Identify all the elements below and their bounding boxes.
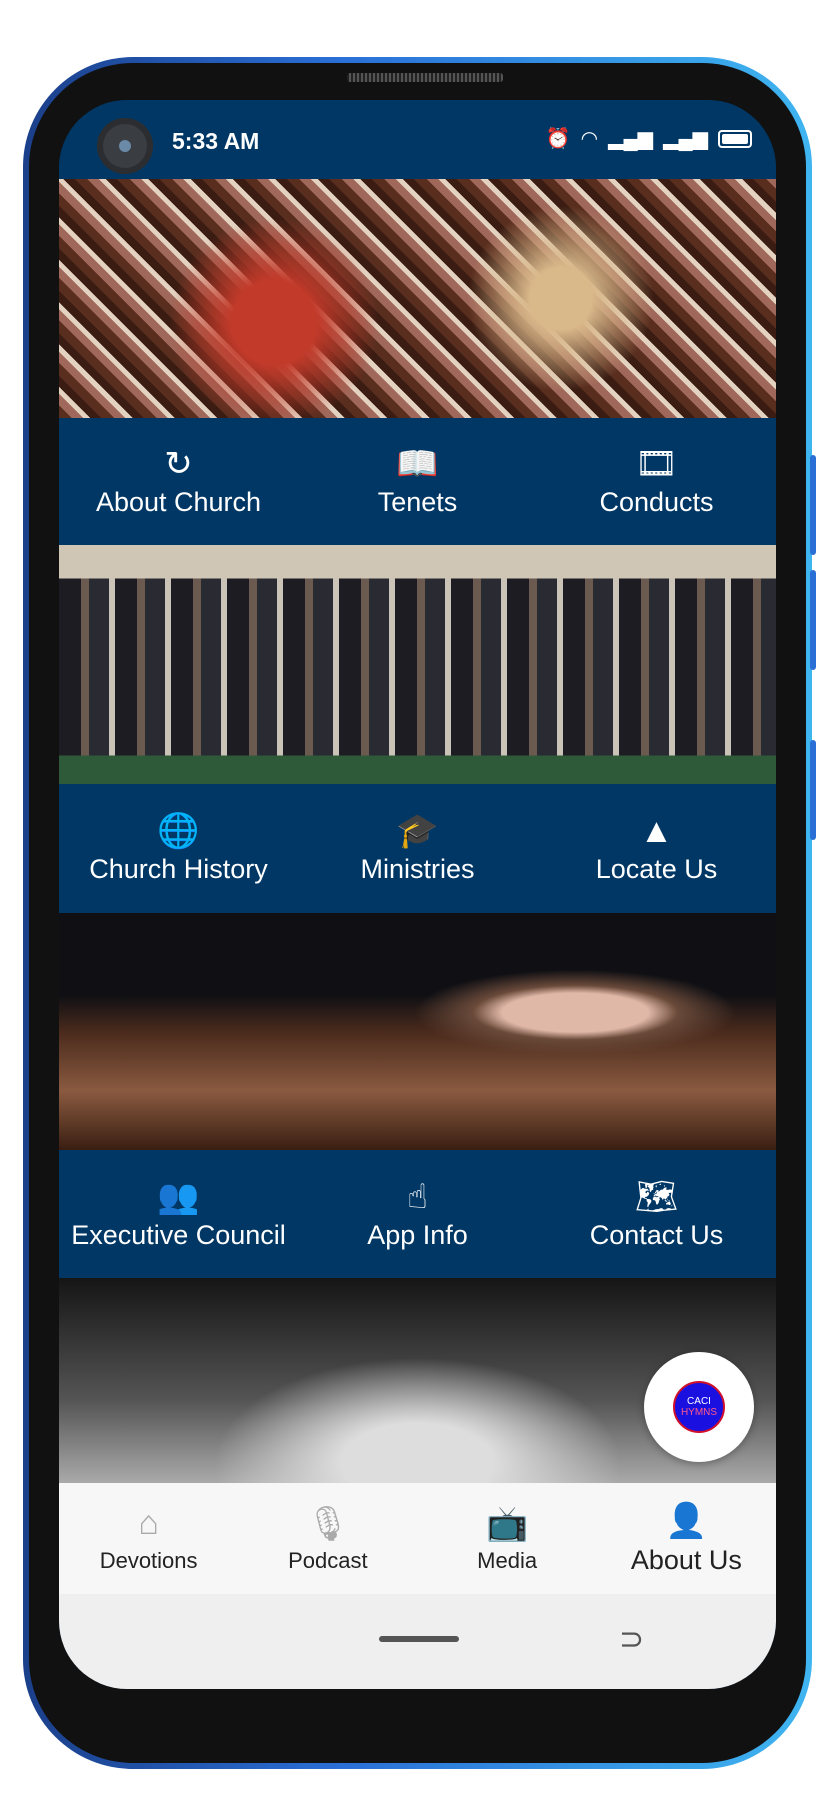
- alarm-icon: ⏰: [545, 128, 571, 150]
- logo-line-2: HYMNS: [680, 1407, 718, 1418]
- menu-item-church-history[interactable]: 🌐 Church History: [59, 784, 298, 913]
- menu-row: 👥 Executive Council ☝ App Info 🗺 Contact Us: [59, 1150, 776, 1278]
- caci-hymns-logo: CACI HYMNS: [673, 1381, 725, 1433]
- menu-item-tenets[interactable]: 📖 Tenets: [298, 418, 537, 545]
- system-navigation-bar: ⊃: [59, 1594, 776, 1689]
- history-icon: ↻: [164, 445, 193, 483]
- tv-play-icon: 📺: [485, 1504, 529, 1543]
- nav-podcast[interactable]: 🎙 Podcast: [238, 1483, 417, 1594]
- hand-pointer-icon: ☝: [407, 1177, 428, 1216]
- volume-button: [810, 570, 816, 670]
- film-icon: 🎞: [634, 445, 679, 483]
- menu-item-conducts[interactable]: 🎞 Conducts: [537, 418, 776, 545]
- users-icon: 👥: [157, 1177, 200, 1216]
- volume-button: [810, 455, 816, 555]
- wifi-icon: ◠: [580, 128, 599, 150]
- back-icon[interactable]: ⊃: [619, 1622, 644, 1657]
- home-gesture-bar[interactable]: [379, 1636, 459, 1642]
- menu-item-locate-us[interactable]: ▲ Locate Us: [537, 784, 776, 913]
- hymns-fab-button[interactable]: CACI HYMNS: [644, 1352, 754, 1462]
- congregation-photo: [59, 179, 776, 418]
- graduation-cap-icon: 🎓: [396, 812, 439, 850]
- status-bar: 5:33 AM ⏰ ◠ ▂▄▆ ▂▄▆: [59, 100, 776, 179]
- battery-icon: [718, 129, 752, 148]
- menu-item-executive-council[interactable]: 👥 Executive Council: [59, 1150, 298, 1278]
- camera-cutout: [97, 118, 153, 174]
- menu-item-ministries[interactable]: 🎓 Ministries: [298, 784, 537, 913]
- menu-item-about-church[interactable]: ↻ About Church: [59, 418, 298, 545]
- signal-icon: ▂▄▆: [608, 128, 654, 150]
- account-box-icon: 👤: [665, 1502, 708, 1540]
- menu-item-contact-us[interactable]: 🗺 Contact Us: [537, 1150, 776, 1278]
- praying-hands-photo: [59, 913, 776, 1150]
- microphone-icon: 🎙: [306, 1504, 350, 1543]
- menu-row: 🌐 Church History 🎓 Ministries ▲ Locate Us: [59, 784, 776, 913]
- nav-devotions[interactable]: ⌂ Devotions: [59, 1483, 238, 1594]
- nav-about-us[interactable]: 👤 About Us: [597, 1483, 776, 1594]
- home-icon: ⌂: [138, 1503, 159, 1542]
- signal-icon: ▂▄▆: [663, 128, 708, 150]
- kneeling-prayer-photo: [59, 545, 776, 784]
- mountains-icon: ▲: [639, 812, 674, 850]
- book-reader-icon: 📖: [396, 445, 439, 483]
- logo-line-1: CACI: [687, 1396, 711, 1407]
- power-button: [810, 740, 816, 840]
- screen: 5:33 AM ⏰ ◠ ▂▄▆ ▂▄▆ ↻ About Church 📖 Tenet…: [59, 100, 776, 1689]
- nav-media[interactable]: 📺 Media: [418, 1483, 597, 1594]
- speaker-grille: [347, 73, 503, 82]
- globe-icon: 🌐: [157, 812, 200, 850]
- bottom-navigation: ⌂ Devotions 🎙 Podcast 📺 Media 👤 About Us: [59, 1483, 776, 1594]
- status-time: 5:33 AM: [172, 128, 260, 154]
- menu-row: ↻ About Church 📖 Tenets 🎞 Conducts: [59, 418, 776, 545]
- map-icon: 🗺: [634, 1177, 679, 1216]
- menu-item-app-info[interactable]: ☝ App Info: [298, 1150, 537, 1278]
